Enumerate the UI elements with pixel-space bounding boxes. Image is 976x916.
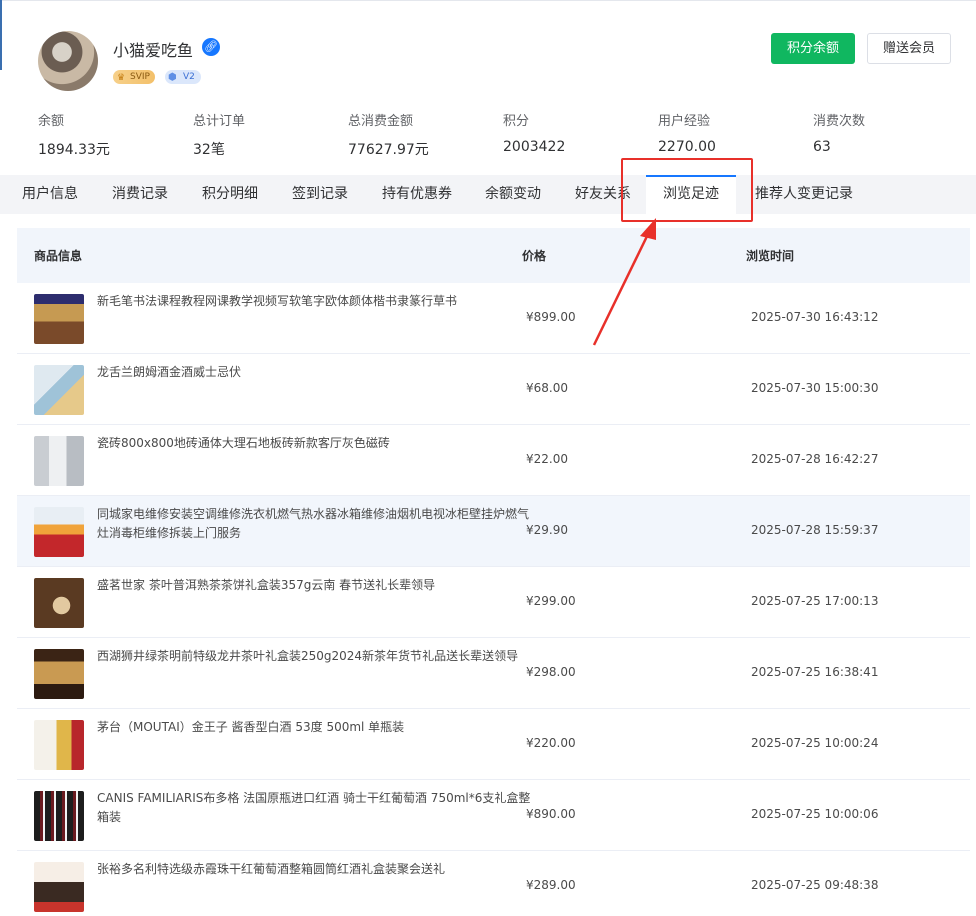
link-icon[interactable]: 🔗︎ [202,38,220,56]
table-row[interactable]: 西湖狮井绿茶明前特级龙井茶叶礼盒装250g2024新茶年货节礼品送长辈送领导 ¥… [17,638,970,709]
tab-coupons[interactable]: 持有优惠券 [382,175,452,214]
table-row[interactable]: 同城家电维修安装空调维修洗衣机燃气热水器冰箱维修油烟机电视冰柜壁挂炉燃气灶消毒柜… [17,496,970,567]
svip-badge: ♛ SVIP [113,70,155,84]
level-badge-label: V2 [183,72,195,82]
table-row[interactable]: 张裕多名利特选级赤霞珠干红葡萄酒整箱圆筒红酒礼盒装聚会送礼 ¥289.00 20… [17,851,970,916]
browse-time: 2025-07-25 10:00:06 [751,807,879,821]
crown-icon: ♛ [117,73,126,83]
product-thumbnail [34,720,84,770]
table-row[interactable]: 瓷砖800x800地砖通体大理石地板砖新款客厅灰色磁砖 ¥22.00 2025-… [17,425,970,496]
product-price: ¥22.00 [526,452,568,466]
product-price: ¥29.90 [526,523,568,537]
product-price: ¥289.00 [526,878,576,892]
stat-purchase-count: 消费次数 63 [813,110,865,155]
stat-value: 32笔 [193,142,225,158]
browse-time: 2025-07-25 17:00:13 [751,594,879,608]
browse-time: 2025-07-25 10:00:24 [751,736,879,750]
user-detail-page: 小猫爱吃鱼 🔗︎ ♛ SVIP ⬢ V2 积分余额 赠送会员 余额 1894.3… [0,0,976,916]
table-row[interactable]: 新毛笔书法课程教程网课教学视频写软笔字欧体颜体楷书隶篆行草书 ¥899.00 2… [17,283,970,354]
browse-time: 2025-07-25 09:48:38 [751,878,879,892]
tab-checkin[interactable]: 签到记录 [292,175,348,214]
column-product: 商品信息 [34,249,83,263]
stat-label: 余额 [38,114,65,129]
product-price: ¥220.00 [526,736,576,750]
table-row[interactable]: CANIS FAMILIARIS布多格 法国原瓶进口红酒 骑士干红葡萄酒 750… [17,780,970,851]
stat-label: 总消费金额 [348,114,414,129]
product-thumbnail [34,507,84,557]
product-thumbnail [34,578,84,628]
product-price: ¥68.00 [526,381,568,395]
stat-value: 2270.00 [658,139,716,155]
product-name[interactable]: 西湖狮井绿茶明前特级龙井茶叶礼盒装250g2024新茶年货节礼品送长辈送领导 [97,647,537,666]
avatar [38,31,98,91]
table-header [17,228,970,283]
column-browse-time: 浏览时间 [746,249,795,263]
product-name[interactable]: 盛茗世家 茶叶普洱熟茶茶饼礼盒装357g云南 春节送礼长辈领导 [97,576,537,595]
stat-points: 积分 2003422 [503,110,565,155]
svip-badge-label: SVIP [130,72,150,82]
column-price: 价格 [522,249,547,263]
tab-consumption[interactable]: 消费记录 [112,175,168,214]
stat-total-spend: 总消费金额 77627.97元 [348,110,429,159]
browse-time: 2025-07-25 16:38:41 [751,665,879,679]
product-name[interactable]: 同城家电维修安装空调维修洗衣机燃气热水器冰箱维修油烟机电视冰柜壁挂炉燃气灶消毒柜… [97,505,537,543]
hexagon-icon: ⬢ [168,72,177,83]
points-balance-button[interactable]: 积分余额 [771,33,855,64]
tab-user-info[interactable]: 用户信息 [22,175,78,214]
annotation-highlight-box [621,158,753,222]
stat-value: 63 [813,139,831,155]
table-row[interactable]: 龙舌兰朗姆酒金酒威士忌伏 ¥68.00 2025-07-30 15:00:30 [17,354,970,425]
stat-balance: 余额 1894.33元 [38,110,110,159]
browse-time: 2025-07-30 15:00:30 [751,381,879,395]
tab-referrer-changes[interactable]: 推荐人变更记录 [755,175,853,214]
tab-balance-change[interactable]: 余额变动 [485,175,541,214]
stat-value: 77627.97元 [348,142,429,158]
top-divider [0,0,976,1]
product-name[interactable]: 龙舌兰朗姆酒金酒威士忌伏 [97,363,537,382]
browse-time: 2025-07-30 16:43:12 [751,310,879,324]
product-thumbnail [34,791,84,841]
stat-value: 1894.33元 [38,142,110,158]
tab-points[interactable]: 积分明细 [202,175,258,214]
product-thumbnail [34,436,84,486]
table-row[interactable]: 盛茗世家 茶叶普洱熟茶茶饼礼盒装357g云南 春节送礼长辈领导 ¥299.00 … [17,567,970,638]
gift-member-button[interactable]: 赠送会员 [867,33,951,64]
product-name[interactable]: 新毛笔书法课程教程网课教学视频写软笔字欧体颜体楷书隶篆行草书 [97,292,537,311]
product-price: ¥890.00 [526,807,576,821]
table-row[interactable]: 茅台（MOUTAI）金王子 酱香型白酒 53度 500ml 单瓶装 ¥220.0… [17,709,970,780]
product-thumbnail [34,365,84,415]
product-name[interactable]: 瓷砖800x800地砖通体大理石地板砖新款客厅灰色磁砖 [97,434,537,453]
level-badge: ⬢ V2 [165,70,201,84]
browse-time: 2025-07-28 15:59:37 [751,523,879,537]
window-edge [0,0,2,70]
stat-label: 用户经验 [658,114,711,129]
stat-value: 2003422 [503,139,566,155]
product-thumbnail [34,862,84,912]
stat-experience: 用户经验 2270.00 [658,110,716,155]
product-name[interactable]: 张裕多名利特选级赤霞珠干红葡萄酒整箱圆筒红酒礼盒装聚会送礼 [97,860,537,879]
stat-label: 积分 [503,114,530,129]
stat-total-orders: 总计订单 32笔 [193,110,245,159]
product-price: ¥299.00 [526,594,576,608]
username: 小猫爱吃鱼 [113,41,194,60]
browse-time: 2025-07-28 16:42:27 [751,452,879,466]
product-name[interactable]: CANIS FAMILIARIS布多格 法国原瓶进口红酒 骑士干红葡萄酒 750… [97,789,537,827]
product-price: ¥298.00 [526,665,576,679]
product-name[interactable]: 茅台（MOUTAI）金王子 酱香型白酒 53度 500ml 单瓶装 [97,718,537,737]
product-thumbnail [34,649,84,699]
product-thumbnail [34,294,84,344]
product-price: ¥899.00 [526,310,576,324]
stat-label: 总计订单 [193,114,246,129]
stat-label: 消费次数 [813,114,866,129]
